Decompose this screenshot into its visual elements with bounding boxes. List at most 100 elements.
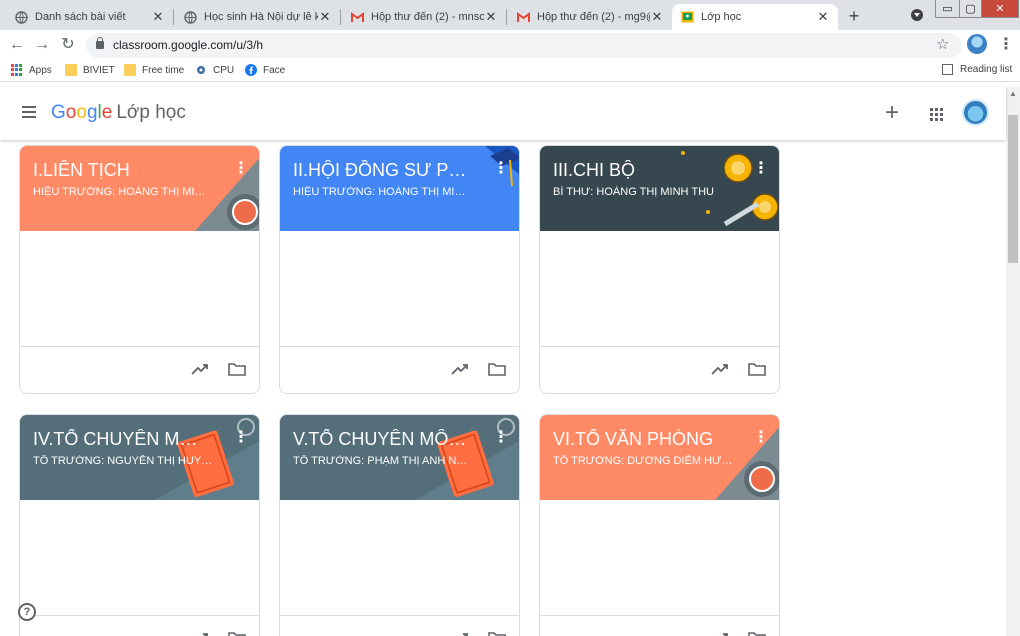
- class-card[interactable]: V.TỐ CHUYÊN MÔN ... TỐ TRƯỞNG: PHẠM THỊ …: [279, 414, 520, 636]
- reading-list-label: Reading list: [960, 64, 1013, 75]
- address-bar[interactable]: classroom.google.com/u/3/h ☆: [86, 33, 962, 58]
- google-classroom-logo[interactable]: Google Lớp học: [51, 102, 186, 124]
- class-card[interactable]: VI.TỐ VĂN PHÒNG TỐ TRƯỞNG: DƯƠNG DIỄM HƯ…: [539, 414, 780, 636]
- bookmarks-bar: Apps BIVIET Free time CPU Face Reading l…: [0, 60, 1020, 82]
- new-tab-button[interactable]: +: [844, 6, 864, 26]
- tab-lop-hoc[interactable]: Lớp học ✕: [672, 4, 838, 30]
- forward-icon[interactable]: →: [32, 35, 52, 55]
- bookmark-biviet[interactable]: BIVIET: [65, 64, 115, 76]
- tab-title: Hộp thư đến (2) - mnso9-b: [371, 11, 484, 23]
- help-icon[interactable]: ?: [18, 603, 36, 621]
- trending-up-icon[interactable]: [711, 363, 729, 375]
- close-tab-icon[interactable]: ✕: [650, 9, 664, 25]
- folder-icon[interactable]: [748, 362, 766, 376]
- class-grid: I.LIÊN TỊCH HIỆU TRƯỞNG: HOÀNG THỊ MINH …: [0, 140, 1006, 636]
- bookmark-free-time[interactable]: Free time: [124, 64, 184, 76]
- class-banner[interactable]: II.HỘI ĐỒNG SƯ PHẠM HIỆU TRƯỞNG: HOÀNG T…: [280, 146, 519, 231]
- tab-danh-sach[interactable]: Danh sách bài viết ✕: [6, 4, 173, 30]
- close-tab-icon[interactable]: ✕: [151, 9, 165, 25]
- tab-strip: Danh sách bài viết ✕ Học sinh Hà Nội dự …: [0, 0, 1020, 30]
- class-card-footer: [280, 615, 519, 636]
- class-card-footer: [540, 346, 779, 393]
- class-options-icon[interactable]: ⋮: [233, 160, 249, 178]
- class-card-footer: [540, 615, 779, 636]
- scrollbar-thumb[interactable]: [1008, 115, 1018, 263]
- class-teacher: TỐ TRƯỞNG: DƯƠNG DIỄM HƯƠNG: [553, 455, 733, 467]
- class-banner[interactable]: IV.TỐ CHUYÊN MÔN ... TỐ TRƯỞNG: NGUYỄN T…: [20, 415, 259, 500]
- class-title[interactable]: III.CHI BỘ: [553, 160, 728, 181]
- scroll-up-arrow-icon[interactable]: ▲: [1006, 87, 1020, 101]
- close-window-button[interactable]: ✕: [981, 0, 1019, 18]
- folder-icon[interactable]: [488, 631, 506, 636]
- class-teacher: HIỆU TRƯỞNG: HOÀNG THỊ MINH THU: [293, 186, 473, 198]
- tab-gmail-1[interactable]: Hộp thư đến (2) - mnso9-b ✕: [342, 4, 506, 30]
- close-tab-icon[interactable]: ✕: [816, 9, 830, 25]
- class-banner[interactable]: III.CHI BỘ BÍ THƯ: HOÀNG THỊ MINH THU ⋮: [540, 146, 779, 231]
- browser-menu-icon[interactable]: ⋮: [998, 34, 1014, 54]
- class-title[interactable]: I.LIÊN TỊCH: [33, 160, 208, 181]
- tab-hoc-sinh[interactable]: Học sinh Hà Nội dự lễ khai ✕: [175, 4, 340, 30]
- class-card-footer: [20, 615, 259, 636]
- trending-up-icon[interactable]: [191, 363, 209, 375]
- globe-icon: [183, 10, 197, 24]
- reading-list-icon: [942, 64, 953, 75]
- class-options-icon[interactable]: ⋮: [493, 160, 509, 178]
- folder-icon: [65, 64, 77, 76]
- class-options-icon[interactable]: ⋮: [233, 429, 249, 447]
- class-title[interactable]: VI.TỐ VĂN PHÒNG: [553, 429, 728, 450]
- class-card-footer: [20, 346, 259, 393]
- profile-icon[interactable]: [967, 34, 987, 54]
- class-title[interactable]: II.HỘI ĐỒNG SƯ PHẠM: [293, 160, 468, 181]
- class-options-icon[interactable]: ⋮: [753, 160, 769, 178]
- class-options-icon[interactable]: ⋮: [753, 429, 769, 447]
- close-tab-icon[interactable]: ✕: [484, 9, 498, 25]
- bookmark-star-icon[interactable]: ☆: [936, 35, 949, 53]
- tab-divider: [173, 9, 174, 25]
- product-name: Lớp học: [116, 102, 186, 123]
- class-banner[interactable]: I.LIÊN TỊCH HIỆU TRƯỞNG: HOÀNG THỊ MINH …: [20, 146, 259, 231]
- folder-icon[interactable]: [228, 631, 246, 636]
- reading-list-button[interactable]: Reading list: [942, 64, 1012, 75]
- trending-up-icon[interactable]: [191, 632, 209, 636]
- trending-up-icon[interactable]: [451, 363, 469, 375]
- classroom-icon: [680, 10, 694, 24]
- class-banner[interactable]: V.TỐ CHUYÊN MÔN ... TỐ TRƯỞNG: PHẠM THỊ …: [280, 415, 519, 500]
- avatar[interactable]: [962, 99, 989, 126]
- class-title[interactable]: V.TỐ CHUYÊN MÔN ...: [293, 429, 468, 450]
- tab-search-icon[interactable]: [911, 9, 923, 21]
- class-options-icon[interactable]: ⋮: [493, 429, 509, 447]
- gmail-icon: [516, 10, 530, 24]
- bookmark-label: CPU: [213, 64, 235, 76]
- close-tab-icon[interactable]: ✕: [318, 9, 332, 25]
- class-card[interactable]: I.LIÊN TỊCH HIỆU TRƯỞNG: HOÀNG THỊ MINH …: [19, 145, 260, 394]
- class-teacher: HIỆU TRƯỞNG: HOÀNG THỊ MINH THU: [33, 186, 213, 198]
- trending-up-icon[interactable]: [451, 632, 469, 636]
- add-class-button[interactable]: +: [885, 99, 899, 127]
- url-text: classroom.google.com/u/3/h: [113, 38, 264, 52]
- class-card[interactable]: IV.TỐ CHUYÊN MÔN ... TỐ TRƯỞNG: NGUYỄN T…: [19, 414, 260, 636]
- google-apps-icon[interactable]: [930, 108, 943, 121]
- class-banner[interactable]: VI.TỐ VĂN PHÒNG TỐ TRƯỞNG: DƯƠNG DIỄM HƯ…: [540, 415, 779, 500]
- logo-letter: G: [51, 102, 66, 123]
- tab-divider: [506, 9, 507, 25]
- tab-divider: [340, 9, 341, 25]
- back-icon[interactable]: ←: [7, 35, 27, 55]
- reload-icon[interactable]: ↻: [58, 35, 78, 55]
- tab-title: Danh sách bài viết: [35, 11, 126, 23]
- class-card[interactable]: III.CHI BỘ BÍ THƯ: HOÀNG THỊ MINH THU ⋮: [539, 145, 780, 394]
- main-menu-icon[interactable]: [22, 106, 36, 118]
- bookmark-cpu[interactable]: CPU: [195, 64, 234, 76]
- minimize-button[interactable]: ▭: [935, 0, 960, 18]
- logo-letter: o: [76, 102, 87, 123]
- trending-up-icon[interactable]: [711, 632, 729, 636]
- bookmark-apps[interactable]: Apps: [11, 64, 52, 76]
- maximize-button[interactable]: ▢: [959, 0, 982, 18]
- class-teacher: BÍ THƯ: HOÀNG THỊ MINH THU: [553, 186, 714, 198]
- class-card[interactable]: II.HỘI ĐỒNG SƯ PHẠM HIỆU TRƯỞNG: HOÀNG T…: [279, 145, 520, 394]
- bookmark-face[interactable]: Face: [245, 64, 285, 76]
- folder-icon[interactable]: [748, 631, 766, 636]
- folder-icon[interactable]: [228, 362, 246, 376]
- folder-icon[interactable]: [488, 362, 506, 376]
- tab-gmail-2[interactable]: Hộp thư đến (2) - mg9@ba ✕: [508, 4, 672, 30]
- class-title[interactable]: IV.TỐ CHUYÊN MÔN ...: [33, 429, 208, 450]
